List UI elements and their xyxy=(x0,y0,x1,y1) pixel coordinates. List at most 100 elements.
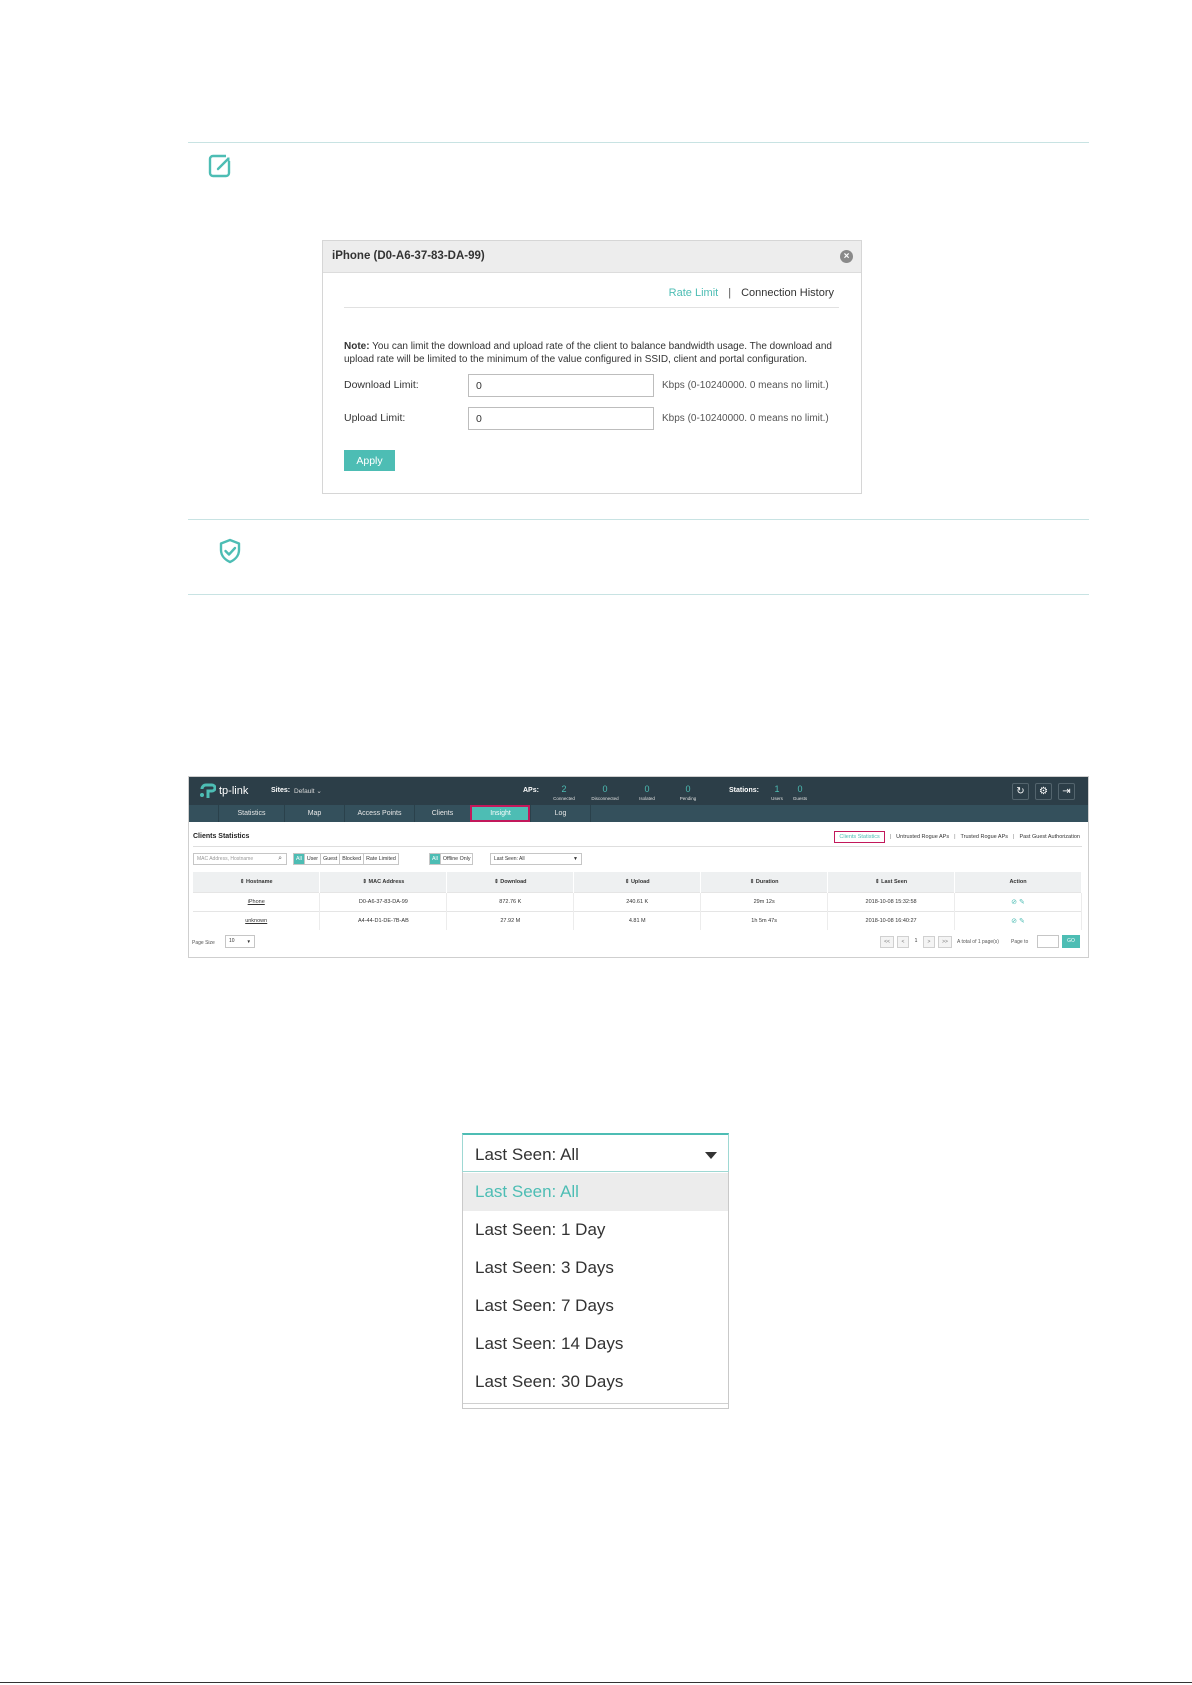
controller-insight-screenshot: tp-link Sites: Default ⌄ APs: 2 Connected… xyxy=(188,776,1089,958)
block-icon[interactable]: ⊘ xyxy=(1011,898,1017,906)
page-to-label: Page to xyxy=(1011,939,1029,945)
cell-mac: D0-A6-37-83-DA-99 xyxy=(319,891,448,911)
cell-download: 27.92 M xyxy=(446,910,575,930)
filter-all[interactable]: All xyxy=(294,854,305,864)
page-size-select[interactable]: 10 ▼ xyxy=(225,935,255,948)
last-page-button[interactable]: >> xyxy=(938,936,952,948)
cell-upload: 4.81 M xyxy=(573,910,702,930)
search-icon[interactable]: ⌕ xyxy=(278,854,282,864)
option-last-seen-30-days[interactable]: Last Seen: 30 Days xyxy=(463,1363,728,1401)
cell-mac: A4-44-D1-DE-7B-AB xyxy=(319,910,448,930)
subtab-trusted-rogue-aps[interactable]: Trusted Rogue APs xyxy=(961,834,1009,840)
filter-guest[interactable]: Guest xyxy=(321,854,341,864)
option-last-seen-3-days[interactable]: Last Seen: 3 Days xyxy=(463,1249,728,1287)
caret-down-icon xyxy=(705,1152,717,1159)
last-seen-select[interactable]: Last Seen: All ▼ xyxy=(490,853,582,865)
prev-page-button[interactable]: < xyxy=(897,936,909,948)
search-input[interactable]: MAC Address, Hostname ⌕ xyxy=(193,853,287,865)
client-status-filter: All Offline Only xyxy=(429,853,474,865)
note-text: You can limit the download and upload ra… xyxy=(344,341,832,365)
dialog-tabs: Rate Limit | Connection History xyxy=(669,287,834,299)
aps-pending-stat: 0 Pending xyxy=(679,784,697,801)
filter-user[interactable]: User xyxy=(305,854,322,864)
chevron-down-icon: ▼ xyxy=(573,856,578,862)
note-label: Note: xyxy=(344,341,370,352)
col-duration[interactable]: ⇕ Duration xyxy=(700,872,829,892)
close-icon[interactable]: × xyxy=(840,250,853,263)
tab-connection-history[interactable]: Connection History xyxy=(741,287,834,299)
aps-disconnected-stat: 0 Disconnected xyxy=(591,784,619,801)
note-top-rule xyxy=(188,142,1089,143)
chevron-down-icon: ▼ xyxy=(246,939,251,944)
stations-label: Stations: xyxy=(729,787,759,794)
option-last-seen-7-days[interactable]: Last Seen: 7 Days xyxy=(463,1287,728,1325)
refresh-icon[interactable]: ↻ xyxy=(1012,783,1029,800)
col-mac-address[interactable]: ⇕ MAC Address xyxy=(319,872,448,892)
upload-limit-input[interactable] xyxy=(468,407,654,430)
insight-subtabs: Clients Statistics | Untrusted Rogue APs | T… xyxy=(834,831,1080,843)
block-icon[interactable]: ⊘ xyxy=(1011,917,1017,925)
tab-insight[interactable]: Insight xyxy=(470,805,530,822)
client-type-filter: All User Guest Blocked Rate Limited xyxy=(293,853,399,865)
tab-map[interactable]: Map xyxy=(284,805,344,822)
tip-top-rule xyxy=(188,519,1089,520)
subtab-clients-statistics[interactable]: Clients Statistics xyxy=(834,831,885,843)
aps-label: APs: xyxy=(523,787,539,794)
go-button[interactable]: GO xyxy=(1062,935,1080,948)
download-limit-input[interactable] xyxy=(468,374,654,397)
cell-hostname[interactable]: iPhone xyxy=(193,891,321,911)
col-action: Action xyxy=(954,872,1082,892)
col-upload[interactable]: ⇕ Upload xyxy=(573,872,702,892)
sites-label: Sites: xyxy=(271,787,291,794)
top-bar: tp-link Sites: Default ⌄ APs: 2 Connected… xyxy=(189,777,1088,805)
tab-rate-limit[interactable]: Rate Limit xyxy=(669,287,719,299)
dropdown-selected-value: Last Seen: All xyxy=(475,1145,579,1164)
dialog-title: iPhone (D0-A6-37-83-DA-99) xyxy=(332,250,485,262)
page-total: A total of 1 page(s) xyxy=(957,939,999,945)
dialog-divider xyxy=(344,307,839,308)
col-download[interactable]: ⇕ Download xyxy=(446,872,575,892)
status-offline-only[interactable]: Offline Only xyxy=(441,854,473,864)
cell-hostname[interactable]: unknown xyxy=(193,910,321,930)
nav-end-divider xyxy=(590,805,591,822)
first-page-button[interactable]: << xyxy=(880,936,894,948)
table-row: iPhone D0-A6-37-83-DA-99 872.76 K 240.61… xyxy=(193,891,1082,911)
stations-users-stat: 1 Users xyxy=(771,784,783,801)
client-detail-dialog: iPhone (D0-A6-37-83-DA-99) × Rate Limit |… xyxy=(322,240,862,494)
subtab-untrusted-rogue-aps[interactable]: Untrusted Rogue APs xyxy=(896,834,949,840)
aps-isolated-stat: 0 Isolated xyxy=(639,784,655,801)
tab-statistics[interactable]: Statistics xyxy=(218,805,284,822)
option-last-seen-14-days[interactable]: Last Seen: 14 Days xyxy=(463,1325,728,1363)
option-last-seen-1-day[interactable]: Last Seen: 1 Day xyxy=(463,1211,728,1249)
logout-icon[interactable]: ⇥ xyxy=(1058,783,1075,800)
apply-button[interactable]: Apply xyxy=(344,450,395,471)
cell-upload: 240.61 K xyxy=(573,891,702,911)
gear-icon[interactable]: ⚙ xyxy=(1035,783,1052,800)
upload-limit-label: Upload Limit: xyxy=(344,412,406,424)
status-all[interactable]: All xyxy=(430,854,441,864)
current-page: 1 xyxy=(914,938,918,944)
col-last-seen[interactable]: ⇕ Last Seen xyxy=(827,872,956,892)
filter-rate-limited[interactable]: Rate Limited xyxy=(364,854,398,864)
subtab-past-guest-authorization[interactable]: Past Guest Authorization xyxy=(1019,834,1080,840)
sites-selector[interactable]: Default ⌄ xyxy=(294,787,322,795)
filter-blocked[interactable]: Blocked xyxy=(340,854,365,864)
page-size-value: 10 xyxy=(229,938,235,944)
edit-icon[interactable]: ✎ xyxy=(1019,898,1025,906)
edit-icon[interactable]: ✎ xyxy=(1019,917,1025,925)
tab-log[interactable]: Log xyxy=(530,805,590,822)
last-seen-dropdown: Last Seen: All Last Seen: All Last Seen:… xyxy=(462,1133,729,1409)
section-title: Clients Statistics xyxy=(193,833,250,840)
aps-connected-stat: 2 Connected xyxy=(553,784,575,801)
search-placeholder: MAC Address, Hostname xyxy=(197,856,254,862)
option-last-seen-all[interactable]: Last Seen: All xyxy=(463,1173,728,1211)
page-to-input[interactable] xyxy=(1037,935,1059,948)
cell-duration: 1h 5m 47s xyxy=(700,910,829,930)
last-seen-dropdown-trigger[interactable]: Last Seen: All xyxy=(462,1133,729,1172)
tab-clients[interactable]: Clients xyxy=(414,805,470,822)
col-hostname[interactable]: ⇕ Hostname xyxy=(193,872,321,892)
cell-last-seen: 2018-10-08 16:40:27 xyxy=(827,910,956,930)
next-page-button[interactable]: > xyxy=(923,936,935,948)
tab-access-points[interactable]: Access Points xyxy=(344,805,414,822)
tab-separator: | xyxy=(728,287,732,299)
